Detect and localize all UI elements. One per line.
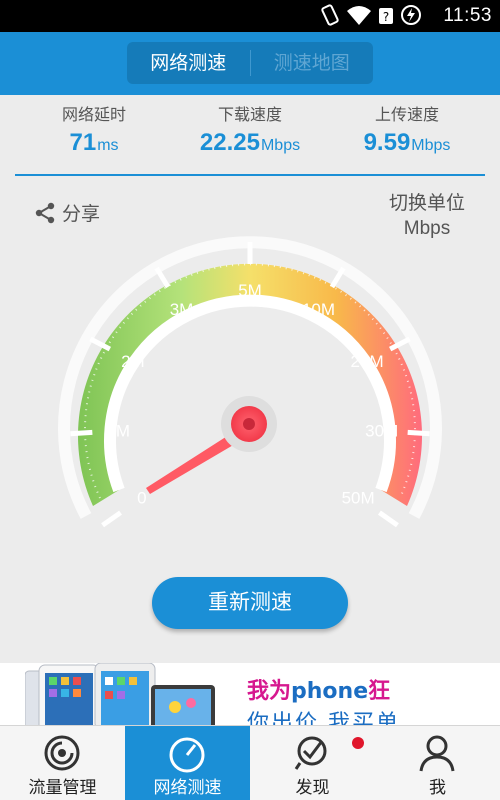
upload-value: 9.59: [363, 129, 411, 156]
nav-traffic-label: 流量管理: [28, 778, 97, 798]
status-icons: ?: [320, 4, 422, 26]
app-header: 网络测速 测速地图: [0, 32, 500, 95]
latency-label: 网络延时: [61, 105, 126, 124]
battery-icon: [401, 5, 421, 25]
nav-discover-label: 发现: [295, 778, 330, 798]
gauge-tick-label: 30M: [365, 422, 398, 441]
data-icon: ?: [379, 8, 393, 24]
traffic-icon: [44, 735, 80, 771]
nav-speed-test[interactable]: 网络测速: [125, 726, 250, 800]
nav-me-label: 我: [429, 778, 446, 798]
retest-button[interactable]: 重新测速: [152, 577, 348, 629]
vibrate-icon: [321, 4, 339, 26]
bottom-nav: 流量管理 网络测速 发现 我: [0, 725, 500, 800]
gauge-svg: 0 1M 2M 3M 5M 10M 20M 30M 50M: [58, 236, 442, 528]
gauge-tick: [377, 510, 399, 528]
gauge-tick-label: 50M: [342, 489, 375, 508]
tab-speed-test[interactable]: 网络测速: [127, 42, 250, 84]
upload-stat: 上传速度 9.59Mbps: [337, 101, 477, 157]
download-stat: 下载速度 22.25Mbps: [180, 101, 320, 157]
gauge-tick: [101, 510, 123, 528]
gauge-tick: [70, 429, 93, 437]
gauge-tick-label: 20M: [351, 352, 384, 371]
phones-image: [25, 663, 215, 725]
latency-stat: 网络延时 71ms: [24, 101, 164, 157]
gauge-tick-label: 10M: [302, 300, 335, 319]
gauge-tick: [407, 429, 430, 437]
gauge-tick-label: 3M: [170, 300, 194, 319]
download-unit: Mbps: [260, 137, 301, 154]
gauge-tick-label: 5M: [238, 281, 262, 300]
download-value: 22.25: [199, 129, 260, 156]
nav-traffic[interactable]: 流量管理: [0, 726, 125, 800]
speed-stats: 网络延时 71ms 下载速度 22.25Mbps 上传速度 9.59Mbps: [0, 95, 500, 175]
gauge-tick-label: 1M: [106, 422, 130, 441]
latency-value: 71: [69, 129, 97, 156]
speed-gauge: 0 1M 2M 3M 5M 10M 20M 30M 50M: [0, 210, 500, 530]
stats-divider: [15, 174, 485, 176]
svg-text:?: ?: [383, 10, 389, 24]
ad-headline: 我为phone狂: [247, 679, 391, 704]
upload-label: 上传速度: [374, 105, 439, 124]
tab-speed-map[interactable]: 测速地图: [251, 42, 374, 84]
tab-switcher: 网络测速 测速地图: [127, 42, 373, 84]
gauge-needle: [146, 396, 277, 494]
wifi-icon: [347, 6, 371, 25]
discover-icon: [294, 736, 327, 770]
upload-unit: Mbps: [411, 137, 451, 154]
status-bar: ? 11:53: [0, 0, 500, 32]
speedometer-icon: [169, 737, 205, 773]
clock: 11:53: [443, 5, 492, 26]
notification-badge: [352, 737, 364, 749]
download-label: 下载速度: [217, 105, 282, 124]
ad-subline: 你出价 我买单: [247, 711, 400, 725]
latency-unit: ms: [97, 137, 119, 154]
nav-speed-test-label: 网络测速: [153, 778, 222, 798]
person-icon: [419, 735, 455, 772]
gauge-tick-label: 0: [137, 489, 146, 508]
gauge-tick-label: 2M: [121, 352, 145, 371]
ad-banner[interactable]: 我为phone狂 你出价 我买单: [0, 663, 500, 725]
nav-me[interactable]: 我: [375, 726, 500, 800]
